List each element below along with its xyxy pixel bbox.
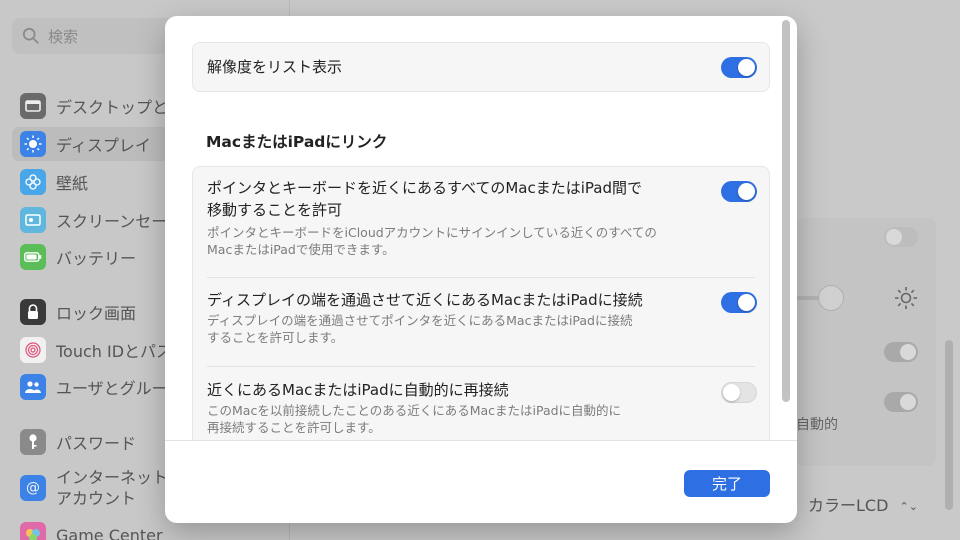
sidebar-item-label: デスクトップと [56,98,169,117]
pointer-keyboard-title-line2: 移動することを許可 [207,201,343,219]
wallpaper-flower-icon [20,169,46,195]
battery-icon [20,244,46,270]
sheet-footer-divider [165,440,797,441]
sidebar-item-label: Touch IDとパス [56,342,173,361]
sidebar-item-label: ユーザとグルー [56,379,168,398]
search-placeholder: 検索 [48,27,79,46]
brightness-sun-icon [895,287,917,309]
color-profile-value: カラーLCD [808,496,889,515]
background-toggle[interactable] [884,392,918,412]
sidebar-item-label: 壁紙 [56,174,89,193]
desktop-icon [20,93,46,119]
pointer-keyboard-title-line1: ポインタとキーボードを近くにあるすべてのMacまたはiPad間で [207,179,642,197]
sheet-content: 解像度をリスト表示 MacまたはiPadにリンク ポインタとキーボードを近くにあ… [165,16,797,440]
chevron-up-down-icon: ⌃⌄ [899,499,918,513]
background-partial-label: 自動的 [796,417,838,433]
pointer-keyboard-row: ポインタとキーボードを近くにあるすべてのMacまたはiPad間で 移動することを… [207,177,717,259]
lock-icon [20,299,46,325]
display-edge-row: ディスプレイの端を通過させて近くにあるMacまたはiPadに接続 ディスプレイの… [207,289,717,347]
users-icon [20,374,46,400]
at-icon: @ [20,475,46,501]
display-edge-title: ディスプレイの端を通過させて近くにあるMacまたはiPadに接続 [207,291,643,309]
sheet-scrollbar[interactable] [782,20,790,402]
sidebar-item-label-line1: インターネット [56,468,169,487]
background-toggle[interactable] [884,342,918,362]
done-button[interactable]: 完了 [684,470,770,497]
display-sun-icon [20,131,46,157]
link-settings-card: ポインタとキーボードを近くにあるすべてのMacまたはiPad間で 移動することを… [192,166,770,440]
resolution-list-row: 解像度をリスト表示 [192,42,770,92]
sidebar-item-label: ディスプレイ [56,136,151,155]
pointer-keyboard-toggle[interactable] [721,181,757,202]
row-divider [207,277,755,278]
row-divider [207,366,755,367]
sidebar-item-label-line2: アカウント [56,489,137,508]
display-edge-toggle[interactable] [721,292,757,313]
color-profile-select[interactable]: カラーLCD ⌃⌄ [808,492,918,516]
fingerprint-icon [20,337,46,363]
auto-reconnect-title: 近くにあるMacまたはiPadに自動的に再接続 [207,381,509,399]
resolution-list-label: 解像度をリスト表示 [207,58,343,76]
display-settings-sheet: 解像度をリスト表示 MacまたはiPadにリンク ポインタとキーボードを近くにあ… [165,16,797,523]
background-toggle[interactable] [884,227,918,247]
link-section-title: MacまたはiPadにリンク [206,133,388,151]
display-edge-desc-line2: することを許可します。 [207,330,344,345]
sidebar-item-label: スクリーンセー [56,212,168,231]
sidebar-item-label: パスワード [56,434,137,453]
search-icon [22,27,39,44]
sidebar-item-label: バッテリー [56,249,137,268]
sidebar-item-label: ロック画面 [56,304,137,323]
key-icon [20,429,46,455]
sidebar-item-label: Game Center [56,525,163,540]
pointer-keyboard-desc-line2: MacまたはiPadで使用できます。 [207,242,395,257]
brightness-slider-knob[interactable] [818,285,844,311]
auto-reconnect-desc-line2: 再接続することを許可します。 [207,420,381,435]
auto-reconnect-row: 近くにあるMacまたはiPadに自動的に再接続 このMacを以前接続したことのあ… [207,379,717,437]
game-center-icon [20,522,46,540]
screensaver-icon [20,207,46,233]
background-scrollbar[interactable] [945,340,953,510]
resolution-list-toggle[interactable] [721,57,757,78]
auto-reconnect-toggle[interactable] [721,382,757,403]
